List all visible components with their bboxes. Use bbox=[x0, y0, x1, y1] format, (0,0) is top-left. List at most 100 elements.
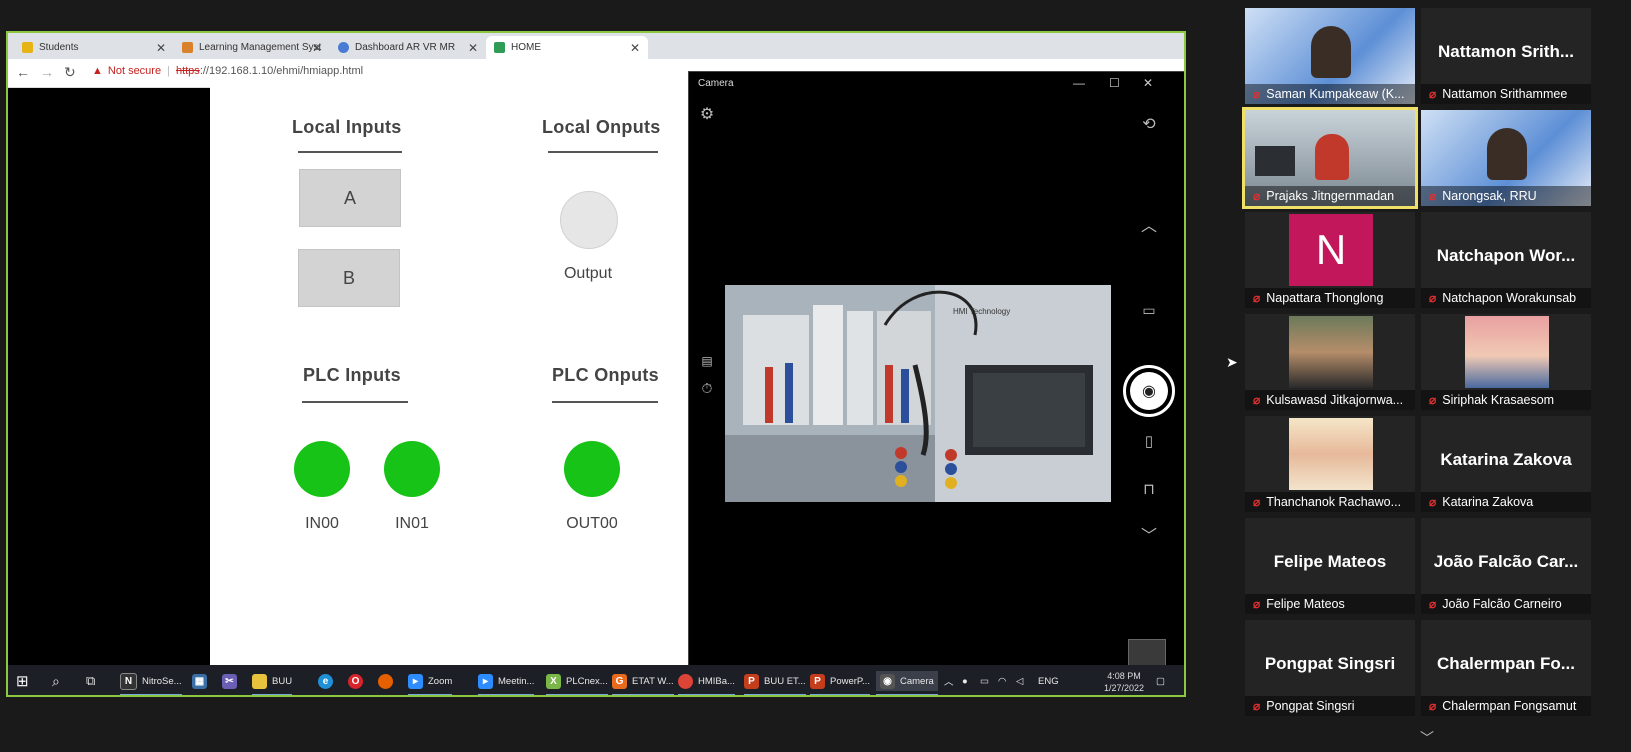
language-indicator[interactable]: ENG bbox=[1038, 671, 1059, 691]
maximize-icon[interactable]: ☐ bbox=[1109, 76, 1120, 90]
participant-name: Saman Kumpakeaw (K... bbox=[1266, 87, 1405, 101]
in01-lamp bbox=[384, 441, 440, 497]
participant-tile[interactable]: Nattamon Srith... ⌀ Nattamon Srithammee bbox=[1421, 8, 1591, 104]
close-icon[interactable]: ✕ bbox=[156, 41, 166, 55]
edge-icon[interactable]: e bbox=[318, 671, 338, 691]
tab-label: Learning Management Syst bbox=[199, 42, 322, 53]
close-icon[interactable]: ✕ bbox=[630, 41, 640, 55]
snipping-tool-icon[interactable]: ✂ bbox=[222, 671, 242, 691]
tab-home[interactable]: HOME ✕ bbox=[486, 36, 648, 59]
camera-app-icon: ◉ bbox=[880, 673, 895, 689]
participant-tile[interactable]: ⌀ Saman Kumpakeaw (K... bbox=[1245, 8, 1415, 104]
taskbar-app-buu-et[interactable]: P BUU ET... bbox=[744, 671, 806, 695]
participant-tile[interactable]: N ⌀ Napattara Thonglong bbox=[1245, 212, 1415, 308]
settings-icon[interactable]: ⚙ bbox=[697, 104, 717, 124]
participant-name: Napattara Thonglong bbox=[1266, 291, 1384, 305]
participant-tile[interactable]: ⌀ Thanchanok Rachawo... bbox=[1245, 416, 1415, 512]
muted-mic-icon: ⌀ bbox=[1253, 291, 1261, 305]
participant-tile[interactable]: Chalermpan Fo... ⌀ Chalermpan Fongsamut bbox=[1421, 620, 1591, 716]
taskbar-app-nitro[interactable]: N NitroSe... bbox=[120, 671, 182, 695]
battery-icon[interactable]: ▭ bbox=[980, 671, 989, 691]
hdr-icon[interactable]: ▤ bbox=[697, 354, 717, 368]
participant-tile[interactable]: João Falcão Car... ⌀ João Falcão Carneiro bbox=[1421, 518, 1591, 614]
close-icon[interactable]: ✕ bbox=[1143, 76, 1153, 90]
taskbar-app-label: Zoom bbox=[428, 675, 453, 687]
clock[interactable]: 4:08 PM 1/27/2022 bbox=[1104, 670, 1144, 694]
local-inputs-title: Local Inputs bbox=[292, 117, 402, 137]
back-icon[interactable]: ← bbox=[16, 64, 30, 80]
participant-display-name: Natchapon Wor... bbox=[1436, 246, 1576, 265]
participant-tile[interactable]: Natchapon Wor... ⌀ Natchapon Worakunsab bbox=[1421, 212, 1591, 308]
classroom-icon bbox=[22, 42, 33, 53]
in01-label: IN01 bbox=[395, 515, 429, 532]
participant-tile[interactable]: ⌀ Narongsak, RRU bbox=[1421, 110, 1591, 206]
participant-name-bar: ⌀ João Falcão Carneiro bbox=[1421, 594, 1591, 614]
notifications-icon[interactable]: ▢ bbox=[1156, 671, 1165, 691]
input-a-button[interactable]: A bbox=[299, 169, 401, 227]
microphone-icon[interactable]: ● bbox=[962, 671, 968, 691]
volume-icon[interactable]: ◁ bbox=[1016, 671, 1023, 691]
taskbar-app-meeting[interactable]: ▸ Meetin... bbox=[478, 671, 535, 695]
chevron-down-icon[interactable]: ﹀ bbox=[1420, 728, 1434, 748]
chevron-up-icon[interactable]: ︿ bbox=[1139, 212, 1159, 236]
close-icon[interactable]: ✕ bbox=[468, 41, 478, 55]
chevron-up-icon[interactable]: ︿ bbox=[944, 671, 954, 691]
home-page-icon bbox=[494, 42, 505, 53]
input-b-button[interactable]: B bbox=[298, 249, 400, 307]
chevron-down-icon[interactable]: ﹀ bbox=[1139, 522, 1159, 546]
video-mode-icon[interactable]: ▭ bbox=[1139, 302, 1159, 319]
participant-display-name: Pongpat Singsri bbox=[1264, 654, 1396, 673]
in00-lamp bbox=[294, 441, 350, 497]
tab-label: Students bbox=[39, 42, 79, 53]
firefox-icon[interactable] bbox=[378, 671, 398, 691]
participant-name: Felipe Mateos bbox=[1266, 597, 1345, 611]
muted-mic-icon: ⌀ bbox=[1429, 495, 1437, 509]
tab-dashboard[interactable]: Dashboard AR VR MR ✕ bbox=[330, 36, 486, 59]
timer-icon[interactable]: ⏱ bbox=[697, 380, 717, 397]
reload-icon[interactable]: ↻ bbox=[64, 64, 76, 81]
taskbar-app-powerpoint[interactable]: P PowerP... bbox=[810, 671, 870, 695]
tab-lms[interactable]: Learning Management Syst ✕ bbox=[174, 36, 330, 59]
muted-mic-icon: ⌀ bbox=[1429, 189, 1437, 203]
taskbar-app-zoom[interactable]: ▸ Zoom bbox=[408, 671, 453, 695]
calculator-icon[interactable]: ▦ bbox=[192, 671, 212, 691]
participant-name: Thanchanok Rachawo... bbox=[1266, 495, 1402, 509]
participant-name-bar: ⌀ Nattamon Srithammee bbox=[1421, 84, 1591, 104]
participant-display-name: Nattamon Srith... bbox=[1437, 42, 1574, 61]
windows-start-icon[interactable]: ⊞ bbox=[16, 671, 29, 691]
document-mode-icon[interactable]: ▯ bbox=[1139, 432, 1159, 450]
task-view-icon[interactable]: ⧉ bbox=[86, 671, 95, 691]
switch-camera-icon[interactable]: ⟲ bbox=[1139, 114, 1159, 134]
wifi-icon[interactable]: ◠ bbox=[998, 671, 1006, 691]
participant-name-bar: ⌀ Saman Kumpakeaw (K... bbox=[1245, 84, 1415, 104]
whiteboard-mode-icon[interactable]: ⊓ bbox=[1139, 480, 1159, 498]
participant-tile[interactable]: ⌀ Prajaks Jitngernmadan bbox=[1242, 107, 1418, 209]
participant-tile[interactable]: Felipe Mateos ⌀ Felipe Mateos bbox=[1245, 518, 1415, 614]
shared-screen: Students ✕ Learning Management Syst ✕ Da… bbox=[6, 31, 1186, 697]
close-icon[interactable]: ✕ bbox=[312, 41, 322, 55]
taskbar-app-plcnext[interactable]: X PLCnex... bbox=[546, 671, 608, 695]
clock-date: 1/27/2022 bbox=[1104, 683, 1145, 693]
taskbar-app-camera[interactable]: ◉ Camera bbox=[876, 671, 938, 695]
taskbar-app-hmi[interactable]: HMIBa... bbox=[678, 671, 735, 695]
participant-name-bar: ⌀ Katarina Zakova bbox=[1421, 492, 1591, 512]
taskbar-app-label: Camera bbox=[900, 675, 934, 687]
divider bbox=[302, 401, 408, 403]
profile-photo bbox=[1465, 316, 1549, 388]
participant-tile[interactable]: ⌀ Kulsawasd Jitkajornwa... bbox=[1245, 314, 1415, 410]
tab-students[interactable]: Students ✕ bbox=[14, 36, 174, 59]
url-field[interactable]: ▲ Not secure | https ://192.168.1.10/ehm… bbox=[92, 65, 363, 77]
taskbar-app-buu[interactable]: BUU bbox=[252, 671, 293, 695]
participant-tile[interactable]: ⌀ Siriphak Krasaesom bbox=[1421, 314, 1591, 410]
forward-icon[interactable]: → bbox=[40, 64, 54, 80]
muted-mic-icon: ⌀ bbox=[1253, 699, 1261, 713]
take-photo-button[interactable]: ◉ bbox=[1123, 365, 1175, 417]
search-icon[interactable]: ⌕ bbox=[52, 671, 60, 691]
taskbar-app-etat[interactable]: G ETAT W... bbox=[612, 671, 674, 695]
camera-preview: HMI Technology bbox=[725, 285, 1111, 502]
participant-tile[interactable]: Katarina Zakova ⌀ Katarina Zakova bbox=[1421, 416, 1591, 512]
minimize-icon[interactable]: — bbox=[1073, 76, 1085, 90]
powerpoint-icon: P bbox=[744, 673, 759, 689]
participant-tile[interactable]: Pongpat Singsri ⌀ Pongpat Singsri bbox=[1245, 620, 1415, 716]
opera-icon[interactable]: O bbox=[348, 671, 368, 691]
